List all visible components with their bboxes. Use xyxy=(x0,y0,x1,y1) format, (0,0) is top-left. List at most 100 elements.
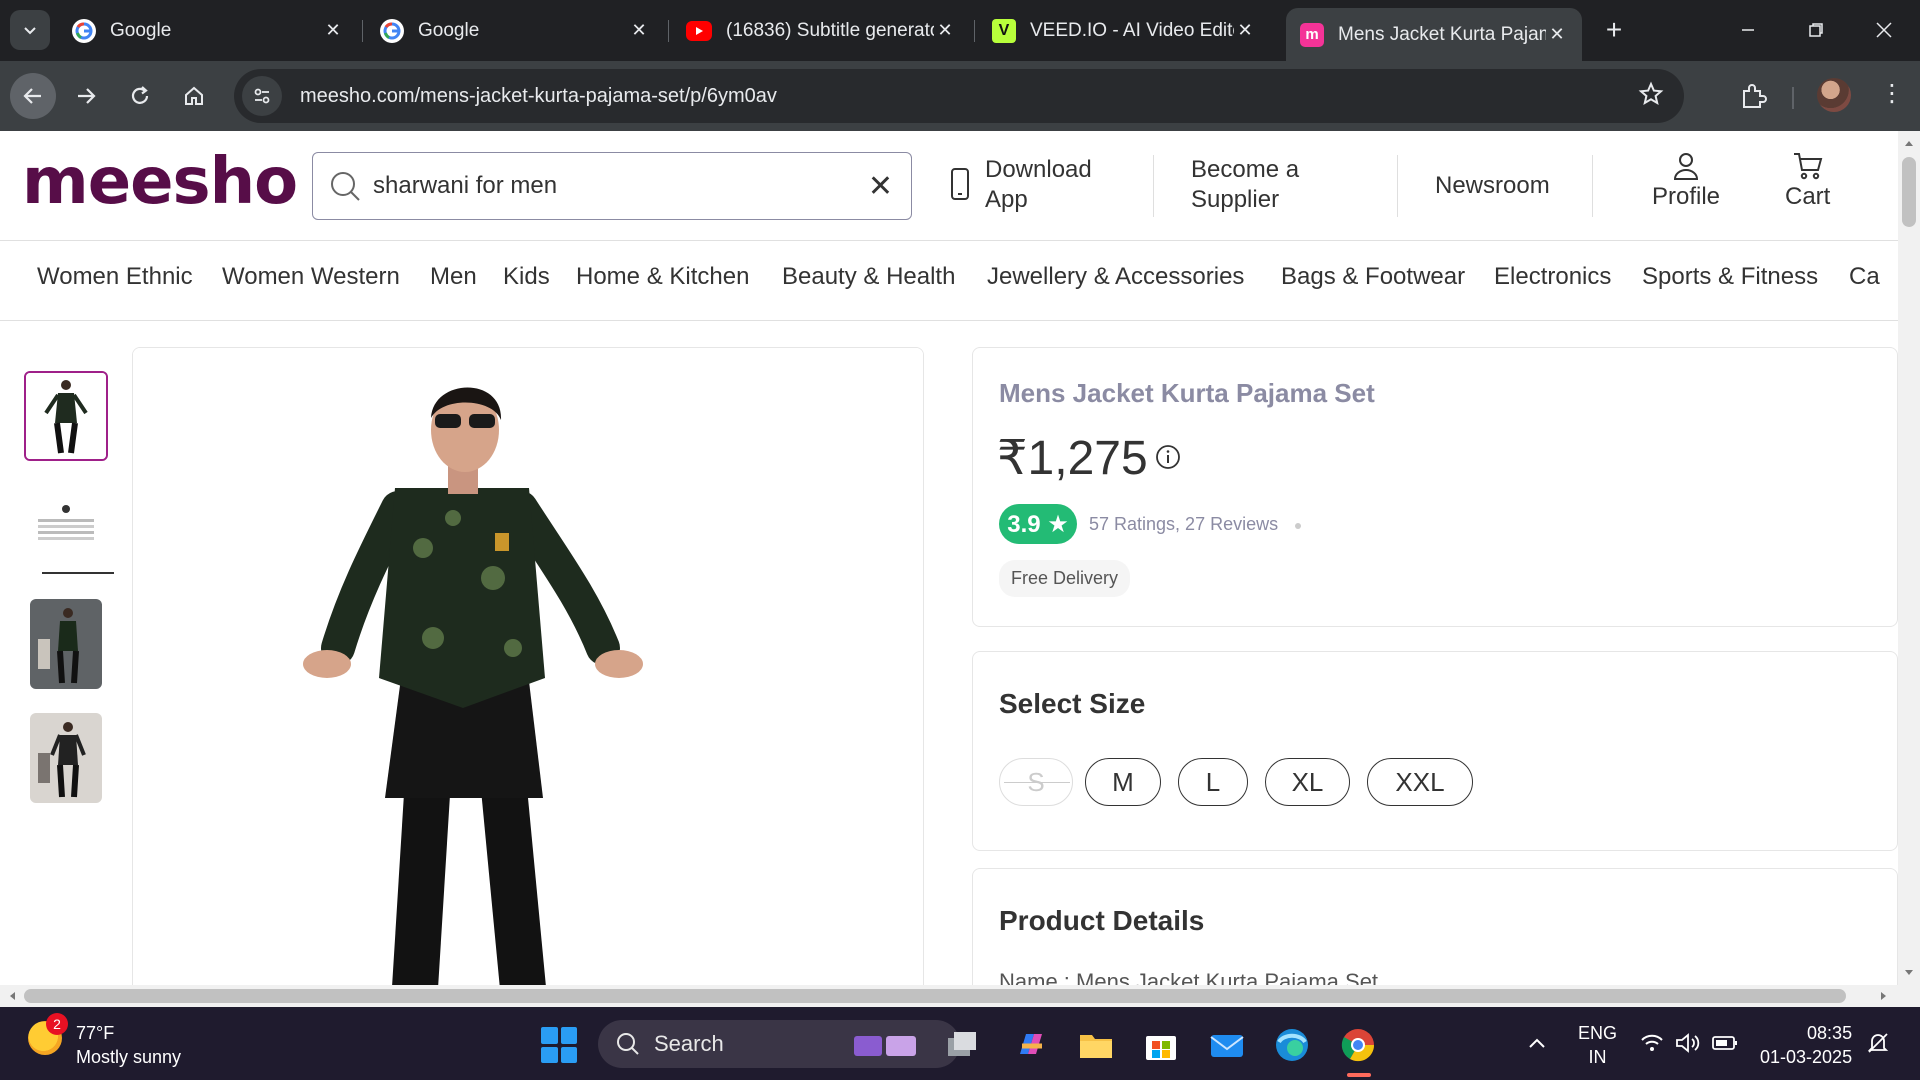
newsroom-link[interactable]: Newsroom xyxy=(1435,171,1550,201)
product-info-card: Mens Jacket Kurta Pajama Set ₹1,275 3.9 … xyxy=(972,347,1898,627)
weather-widget[interactable]: 2 77°F Mostly sunny xyxy=(28,1013,182,1069)
address-bar[interactable]: meesho.com/mens-jacket-kurta-pajama-set/… xyxy=(234,69,1684,123)
tab-search-button[interactable] xyxy=(10,10,50,50)
speaker-icon[interactable] xyxy=(1675,1033,1701,1053)
free-delivery-badge: Free Delivery xyxy=(999,560,1131,597)
show-hidden-icons[interactable] xyxy=(1528,1031,1546,1055)
vertical-scroll-thumb[interactable] xyxy=(1902,157,1916,227)
back-button[interactable] xyxy=(10,73,56,119)
close-tab-icon[interactable]: ✕ xyxy=(628,20,650,42)
close-tab-icon[interactable]: ✕ xyxy=(1234,20,1256,42)
scroll-down-arrow-icon[interactable] xyxy=(1904,969,1914,977)
home-button[interactable] xyxy=(171,73,217,119)
copilot-icon[interactable] xyxy=(1012,1026,1050,1064)
size-option-xl[interactable]: XL xyxy=(1265,758,1350,806)
forward-button[interactable] xyxy=(63,73,109,119)
category-more[interactable]: Ca xyxy=(1849,263,1880,291)
download-app-link[interactable]: Download App xyxy=(985,155,1092,215)
battery-icon[interactable] xyxy=(1712,1035,1738,1051)
category-kids[interactable]: Kids xyxy=(503,263,550,291)
product-main-image[interactable] xyxy=(132,347,924,985)
size-option-m[interactable]: M xyxy=(1085,758,1161,806)
notification-bell-icon[interactable] xyxy=(1866,1031,1890,1055)
profile-button[interactable]: Profile xyxy=(1652,151,1720,211)
taskbar-search[interactable]: Search xyxy=(598,1020,960,1068)
search-input[interactable]: sharwani for men ✕ xyxy=(312,152,912,220)
clock-date: 01-03-2025 xyxy=(1760,1047,1853,1067)
separator-dot xyxy=(1295,523,1301,529)
new-tab-button[interactable]: + xyxy=(1598,14,1630,46)
more-menu-icon[interactable]: ⋮ xyxy=(1880,79,1904,108)
horizontal-scrollbar[interactable] xyxy=(0,985,1920,1007)
close-tab-icon[interactable]: ✕ xyxy=(934,20,956,42)
size-option-xxl[interactable]: XXL xyxy=(1367,758,1473,806)
category-women-ethnic[interactable]: Women Ethnic xyxy=(37,263,193,291)
file-explorer-icon[interactable] xyxy=(1077,1026,1115,1064)
windows-start-button[interactable] xyxy=(541,1027,577,1063)
category-men[interactable]: Men xyxy=(430,263,477,291)
product-thumbnail[interactable] xyxy=(30,713,102,803)
scroll-left-arrow-icon[interactable] xyxy=(8,991,16,1001)
close-window-button[interactable] xyxy=(1851,0,1917,60)
vertical-scrollbar[interactable] xyxy=(1898,131,1920,985)
category-women-western[interactable]: Women Western xyxy=(222,263,400,291)
close-tab-icon[interactable]: ✕ xyxy=(1546,24,1568,46)
veed-icon: V xyxy=(992,18,1016,43)
product-details-card: Product Details Name : Mens Jacket Kurta… xyxy=(972,868,1898,985)
close-tab-icon[interactable]: ✕ xyxy=(322,20,344,42)
size-option-l[interactable]: L xyxy=(1178,758,1248,806)
cart-button[interactable]: Cart xyxy=(1785,151,1830,211)
browser-tab[interactable]: (16836) Subtitle generato ✕ xyxy=(672,8,970,53)
download-app-line-2: App xyxy=(985,186,1028,213)
wifi-icon[interactable] xyxy=(1640,1033,1664,1053)
category-jewellery-accessories[interactable]: Jewellery & Accessories xyxy=(987,263,1244,291)
chrome-browser-icon[interactable] xyxy=(1339,1026,1377,1064)
mobile-phone-icon xyxy=(951,168,969,200)
mail-icon[interactable] xyxy=(1208,1026,1246,1064)
product-thumbnail[interactable] xyxy=(24,371,108,461)
minimize-button[interactable] xyxy=(1715,0,1781,60)
scroll-up-arrow-icon[interactable] xyxy=(1904,139,1914,147)
info-icon[interactable] xyxy=(1155,444,1181,470)
become-supplier-line-2: Supplier xyxy=(1191,186,1280,213)
windows-logo-tile xyxy=(560,1027,577,1044)
task-view-icon[interactable] xyxy=(944,1026,982,1064)
url-text: meesho.com/mens-jacket-kurta-pajama-set/… xyxy=(300,84,777,107)
product-thumbnail[interactable] xyxy=(30,599,102,689)
become-supplier-link[interactable]: Become a Supplier xyxy=(1191,155,1299,215)
rating-badge: 3.9 ★ xyxy=(999,504,1077,544)
category-home-kitchen[interactable]: Home & Kitchen xyxy=(576,263,749,291)
category-bags-footwear[interactable]: Bags & Footwear xyxy=(1281,263,1465,291)
browser-tab-active[interactable]: m Mens Jacket Kurta Pajama ✕ xyxy=(1286,8,1582,61)
product-thumbnail[interactable] xyxy=(24,477,108,567)
horizontal-scroll-thumb[interactable] xyxy=(24,989,1846,1003)
browser-tab[interactable]: Google ✕ xyxy=(366,8,664,53)
product-details-heading: Product Details xyxy=(999,905,1205,936)
category-beauty-health[interactable]: Beauty & Health xyxy=(782,263,955,291)
microsoft-store-icon[interactable] xyxy=(1142,1026,1180,1064)
clear-search-icon[interactable]: ✕ xyxy=(868,169,893,204)
bookmark-star-icon[interactable] xyxy=(1638,81,1664,114)
edge-browser-icon[interactable] xyxy=(1273,1026,1311,1064)
restore-button[interactable] xyxy=(1783,0,1849,60)
site-header: meesho sharwani for men ✕ Download App B… xyxy=(0,131,1898,241)
language-indicator[interactable]: ENG IN xyxy=(1578,1021,1617,1069)
clock[interactable]: 08:35 01-03-2025 xyxy=(1760,1021,1852,1069)
ratings-reviews-count[interactable]: 57 Ratings, 27 Reviews xyxy=(1089,514,1278,535)
site-info-icon[interactable] xyxy=(242,76,282,116)
extensions-icon[interactable] xyxy=(1738,81,1768,116)
scroll-right-arrow-icon[interactable] xyxy=(1880,991,1888,1001)
browser-tab[interactable]: Google ✕ xyxy=(58,8,358,53)
category-sports-fitness[interactable]: Sports & Fitness xyxy=(1642,263,1818,291)
profile-avatar[interactable] xyxy=(1817,78,1851,112)
weather-description: Mostly sunny xyxy=(76,1047,182,1067)
browser-tab[interactable]: V VEED.IO - AI Video Editor ✕ xyxy=(978,8,1270,53)
meesho-logo[interactable]: meesho xyxy=(22,145,298,219)
windows-logo-tile xyxy=(560,1046,577,1063)
category-electronics[interactable]: Electronics xyxy=(1494,263,1611,291)
taskbar-search-label: Search xyxy=(654,1031,724,1056)
windows-logo-tile xyxy=(541,1046,558,1063)
active-app-indicator xyxy=(1347,1073,1371,1077)
reload-button[interactable] xyxy=(117,73,163,119)
browser-tab-strip: Google ✕ Google ✕ (16836) Subtitle gener… xyxy=(0,0,1920,61)
